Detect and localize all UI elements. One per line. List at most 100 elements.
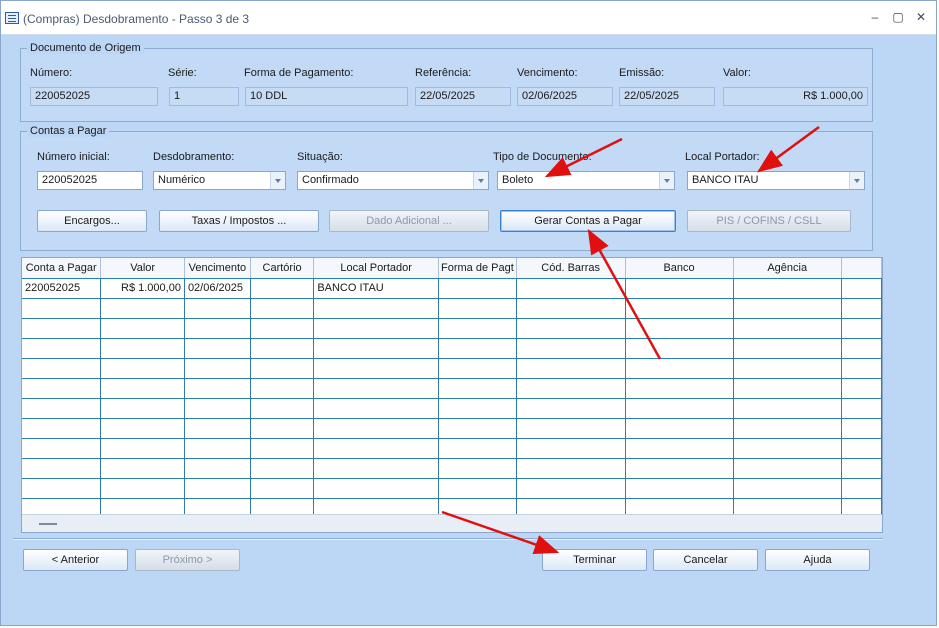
chevron-down-icon[interactable] (849, 172, 864, 189)
grid-cell[interactable] (841, 418, 882, 439)
dado-adicional-button[interactable]: Dado Adicional ... (329, 210, 489, 232)
scrollbar-thumb[interactable] (39, 523, 57, 525)
grid-cell[interactable] (516, 438, 626, 459)
grid-cell[interactable] (733, 358, 842, 379)
grid-cell[interactable] (22, 358, 102, 379)
grid-cell[interactable] (313, 458, 439, 479)
grid-cell[interactable] (438, 338, 517, 359)
grid-header-cell[interactable]: Local Portador (313, 258, 439, 279)
grid-cell[interactable] (841, 378, 882, 399)
chevron-down-icon[interactable] (270, 172, 285, 189)
grid-cell[interactable] (313, 318, 439, 339)
grid-cell[interactable] (100, 478, 185, 499)
grid-cell[interactable] (841, 298, 882, 319)
grid-cell[interactable]: 02/06/2025 (184, 278, 251, 299)
grid-cell[interactable] (516, 398, 626, 419)
grid-cell[interactable] (733, 338, 842, 359)
local-portador-select[interactable]: BANCO ITAU (687, 171, 865, 190)
grid-cell[interactable] (841, 278, 882, 299)
grid-cell[interactable] (100, 418, 185, 439)
desdobramento-select[interactable]: Numérico (153, 171, 286, 190)
grid-cell[interactable] (841, 338, 882, 359)
grid-cell[interactable] (250, 398, 315, 419)
grid-cell[interactable] (438, 458, 517, 479)
grid-cell[interactable] (100, 378, 185, 399)
proximo-button[interactable]: Próximo > (135, 549, 240, 571)
grid-cell[interactable] (184, 398, 251, 419)
grid-cell[interactable] (625, 298, 734, 319)
grid-cell[interactable] (250, 278, 315, 299)
table-row[interactable] (22, 458, 882, 479)
grid-cell[interactable] (100, 398, 185, 419)
grid-cell[interactable] (100, 318, 185, 339)
grid-cell[interactable] (22, 398, 102, 419)
grid-cell[interactable] (313, 358, 439, 379)
table-row[interactable] (22, 358, 882, 379)
numero-inicial-input[interactable]: 220052025 (37, 171, 143, 190)
grid-cell[interactable] (841, 398, 882, 419)
grid-cell[interactable] (22, 438, 102, 459)
grid-cell[interactable] (625, 458, 734, 479)
tipo-documento-select[interactable]: Boleto (497, 171, 675, 190)
grid-cell[interactable] (100, 458, 185, 479)
grid-cell[interactable] (184, 318, 251, 339)
grid-cell[interactable] (841, 478, 882, 499)
situacao-select[interactable]: Confirmado (297, 171, 489, 190)
grid-cell[interactable] (184, 338, 251, 359)
contas-grid[interactable]: Conta a Pagar Valor Vencimento Cartório Loca… (21, 257, 883, 533)
table-row[interactable] (22, 418, 882, 439)
grid-cell[interactable] (313, 378, 439, 399)
grid-header-cell[interactable]: Cartório (250, 258, 315, 279)
grid-cell[interactable] (22, 318, 102, 339)
grid-cell[interactable] (733, 378, 842, 399)
grid-cell[interactable] (516, 478, 626, 499)
grid-header-cell[interactable]: Cód. Barras (516, 258, 626, 279)
grid-cell[interactable] (22, 298, 102, 319)
grid-cell[interactable] (733, 438, 842, 459)
grid-cell[interactable] (438, 298, 517, 319)
grid-cell[interactable] (625, 358, 734, 379)
grid-cell[interactable] (250, 478, 315, 499)
grid-header-cell[interactable]: Vencimento (184, 258, 251, 279)
grid-cell[interactable] (313, 298, 439, 319)
pis-cofins-csll-button[interactable]: PIS / COFINS / CSLL (687, 210, 851, 232)
grid-cell[interactable] (313, 398, 439, 419)
grid-cell[interactable] (438, 418, 517, 439)
grid-header-cell[interactable]: Forma de Pagt (438, 258, 517, 279)
grid-cell[interactable] (516, 358, 626, 379)
grid-cell[interactable] (100, 298, 185, 319)
grid-cell[interactable] (22, 458, 102, 479)
grid-cell[interactable] (625, 318, 734, 339)
grid-cell[interactable] (100, 358, 185, 379)
grid-cell[interactable] (22, 338, 102, 359)
grid-cell[interactable] (184, 358, 251, 379)
grid-cell[interactable] (438, 478, 517, 499)
table-row[interactable] (22, 378, 882, 399)
grid-cell[interactable] (516, 318, 626, 339)
grid-cell[interactable] (625, 478, 734, 499)
grid-cell[interactable] (733, 298, 842, 319)
grid-cell[interactable] (313, 418, 439, 439)
grid-cell[interactable] (250, 458, 315, 479)
grid-cell[interactable] (22, 378, 102, 399)
grid-cell[interactable] (841, 358, 882, 379)
minimize-icon[interactable]: – (867, 10, 883, 24)
grid-cell[interactable] (184, 298, 251, 319)
grid-cell[interactable] (250, 378, 315, 399)
grid-cell[interactable] (438, 378, 517, 399)
anterior-button[interactable]: < Anterior (23, 549, 128, 571)
grid-cell[interactable] (516, 338, 626, 359)
grid-cell[interactable] (516, 418, 626, 439)
grid-cell[interactable] (438, 358, 517, 379)
grid-cell[interactable] (516, 298, 626, 319)
grid-cell[interactable] (516, 378, 626, 399)
table-row[interactable] (22, 298, 882, 319)
grid-cell[interactable] (250, 318, 315, 339)
grid-cell[interactable] (625, 438, 734, 459)
grid-cell[interactable] (625, 378, 734, 399)
grid-cell[interactable] (841, 318, 882, 339)
grid-cell[interactable] (733, 318, 842, 339)
grid-cell[interactable] (250, 338, 315, 359)
close-icon[interactable]: ✕ (913, 10, 929, 24)
grid-header-cell[interactable]: Banco (625, 258, 734, 279)
